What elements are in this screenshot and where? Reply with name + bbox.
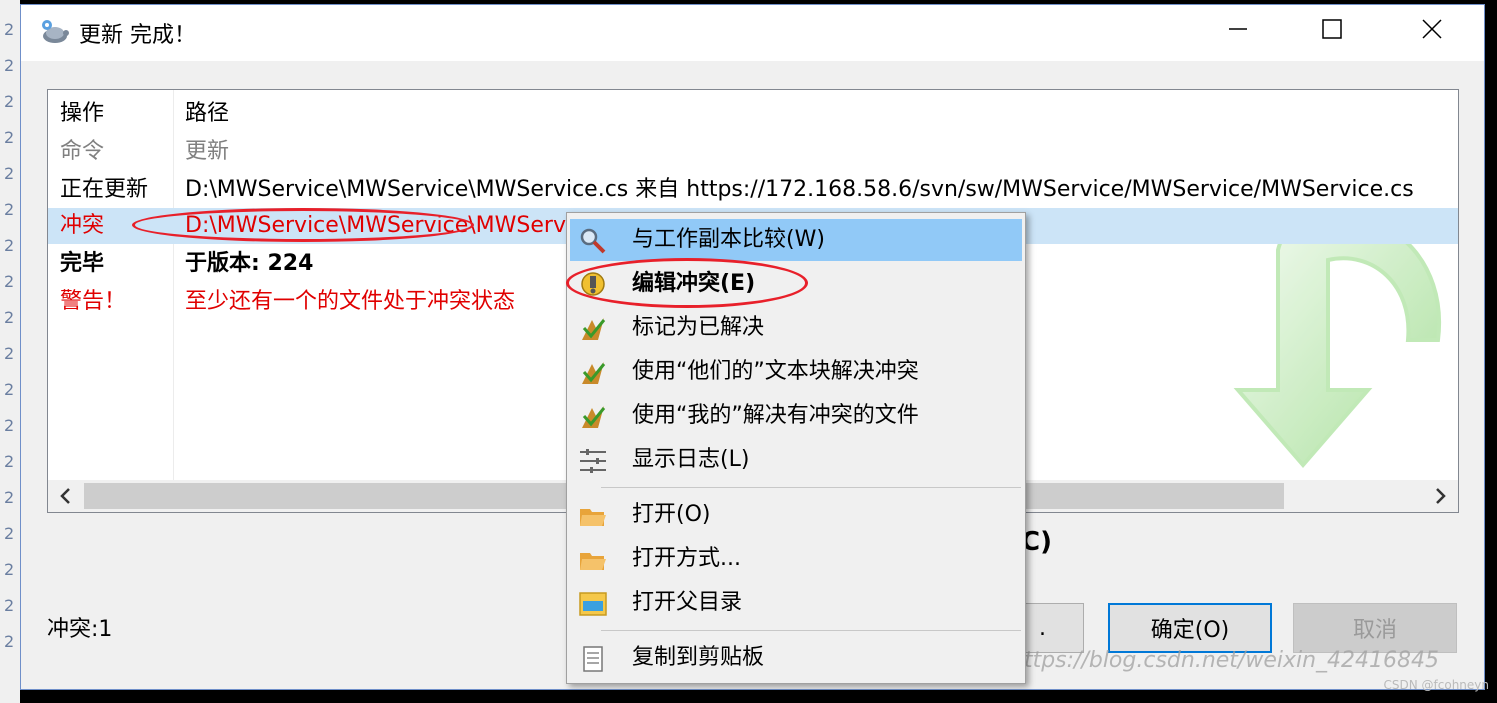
resolve-icon [582,406,606,428]
menu-item-label: 与工作副本比较(W) [632,227,825,252]
edge-text: 2 [4,632,15,651]
menu-item-label: 使用“他们的”文本块解决冲突 [632,359,919,384]
row-path: D:\MWService\MWService\MWService.cs 来自 h… [185,177,1414,202]
edge-text: 2 [4,416,15,435]
edge-text: 2 [4,344,15,363]
edge-text: 2 [4,20,15,39]
menu-item-label: 使用“我的”解决有冲突的文件 [632,403,919,428]
row-action: 冲突 [60,213,105,238]
window-title: 更新 完成！ [79,23,196,48]
row-action: 命令 [60,139,105,164]
row-path: 至少还有一个的文件处于冲突状态 [185,289,516,314]
column-header-path[interactable]: 路径 [185,96,229,132]
edge-text: 2 [4,236,15,255]
close-icon [1422,19,1442,39]
edge-text: 2 [4,200,15,219]
edge-text: 2 [4,164,15,183]
minimize-button[interactable] [1191,5,1285,53]
edge-text: 2 [4,308,15,327]
edge-text: 2 [4,524,15,543]
menu-item-open[interactable]: 打开(O) [570,494,1022,536]
row-action: 警告！ [60,289,127,314]
menu-item-compare[interactable]: 与工作副本比较(W) [570,219,1022,261]
menu-item-resolve-mine[interactable]: 使用“我的”解决有冲突的文件 [570,395,1022,437]
row-path: 更新 [185,139,230,164]
folder-open-icon [580,509,606,526]
menu-item-mark-resolved[interactable]: 标记为已解决 [570,307,1022,349]
menu-item-open-with[interactable]: 打开方式... [570,538,1022,580]
edge-text: 2 [4,380,15,399]
menu-item-resolve-theirs[interactable]: 使用“他们的”文本块解决冲突 [570,351,1022,393]
edge-text: 2 [4,488,15,507]
edge-text: 2 [4,92,15,111]
list-header-row[interactable]: 操作 路径 [48,96,1458,132]
close-button[interactable] [1385,5,1479,53]
watermark-text: https://blog.csdn.net/weixin_42416845 [1010,648,1440,673]
maximize-button[interactable] [1285,5,1379,53]
ok-button[interactable]: 确定(O) [1108,603,1272,653]
log-icon [580,449,606,473]
edge-text: 2 [4,596,15,615]
annotation-ellipse-conflict-path [132,208,474,242]
menu-item-open-parent[interactable]: 打开父目录 [570,582,1022,624]
column-header-action[interactable]: 操作 [60,96,104,132]
scroll-left-button[interactable] [48,480,84,512]
edge-text: 2 [4,272,15,291]
menu-item-label: 打开(O) [632,502,711,527]
menu-separator [601,630,1021,631]
folder-open-icon [580,553,606,570]
annotation-ellipse-edit-conflict [566,258,808,308]
magnifier-icon [580,228,606,254]
edge-text: 2 [4,452,15,471]
cancel-button[interactable]: 取消 [1293,603,1457,653]
row-action: 完毕 [60,251,105,276]
list-row-command[interactable]: 命令 更新 [48,134,1458,170]
menu-item-label: 标记为已解决 [632,315,765,340]
menu-item-label: 复制到剪贴板 [632,645,765,670]
resolve-icon [582,318,606,340]
title-bar[interactable]: 更新 完成！ [21,5,1484,61]
list-row-updating[interactable]: 正在更新 D:\MWService\MWService\MWService.cs… [48,172,1458,208]
resolve-icon [582,362,606,384]
menu-item-copy-clipboard[interactable]: 复制到剪贴板 [570,637,1022,679]
row-path: 于版本: 224 [185,251,314,276]
menu-item-label: 打开方式... [632,546,741,571]
menu-item-label: 打开父目录 [632,590,743,615]
chevron-left-icon [60,488,70,504]
conflict-count: 冲突:1 [47,617,113,642]
menu-separator [601,487,1021,488]
edge-text: 2 [4,128,15,147]
scroll-right-button[interactable] [1422,480,1458,512]
tortoise-icon [42,20,69,43]
clipboard-icon [583,646,603,672]
maximize-icon [1322,19,1342,39]
menu-item-show-log[interactable]: 显示日志(L) [570,439,1022,481]
edge-text: 2 [4,56,15,75]
chevron-right-icon [1436,488,1446,504]
row-action: 正在更新 [60,177,149,202]
minimize-icon [1229,28,1247,30]
explorer-icon [579,592,607,616]
credit-text: CSDN @fcohneyn [1383,678,1490,692]
menu-item-label: 显示日志(L) [632,447,750,472]
background-window-edge: 2 2 2 2 2 2 2 2 2 2 2 2 2 2 2 2 2 2 [0,0,20,703]
edge-text: 2 [4,560,15,579]
